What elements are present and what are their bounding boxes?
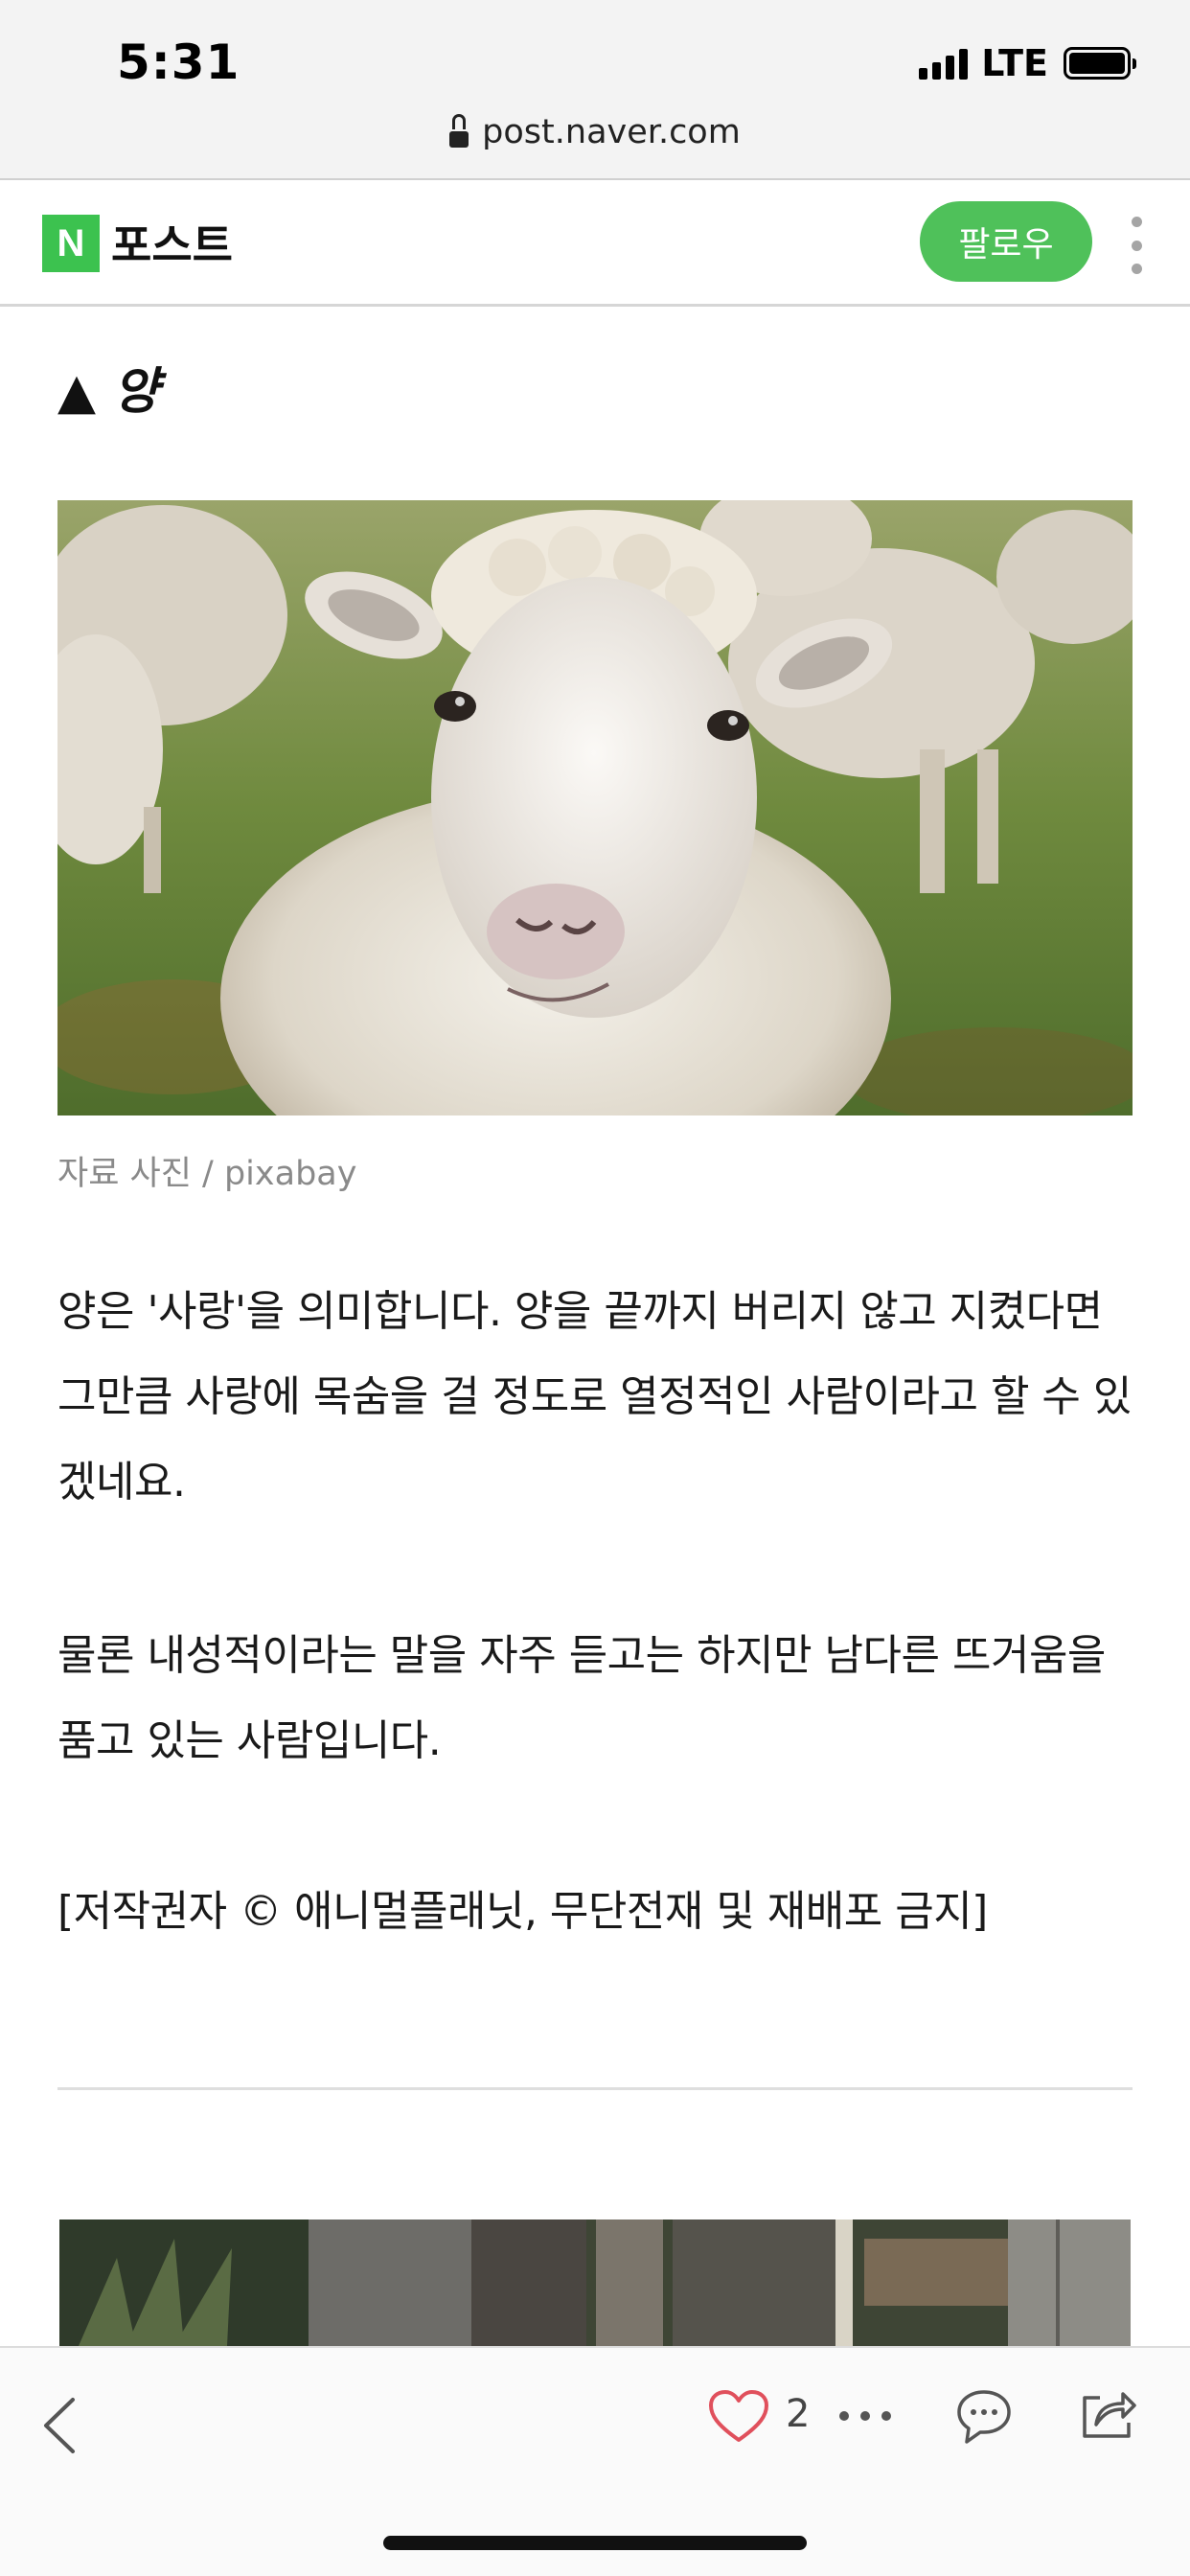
like-count: 2 (786, 2392, 811, 2436)
comment-icon[interactable] (954, 2386, 1014, 2448)
heart-icon[interactable] (707, 2388, 770, 2446)
brand-title[interactable]: 포스트 (111, 211, 233, 274)
network-label: LTE (981, 42, 1048, 84)
section-divider (57, 2087, 1133, 2090)
browser-chrome: 5:31 LTE post.naver.com (0, 0, 1190, 180)
url-text: post.naver.com (482, 113, 741, 151)
image-caption: 자료 사진 / pixabay (57, 1155, 357, 1193)
naver-logo[interactable]: N (42, 215, 100, 272)
section-heading: ▲ 양 (57, 363, 159, 421)
more-vertical-icon[interactable] (1127, 217, 1146, 274)
status-indicators: LTE (919, 42, 1136, 84)
sheep-illustration (57, 500, 1133, 1116)
share-icon[interactable] (1079, 2384, 1138, 2442)
follow-button[interactable]: 팔로우 (920, 201, 1092, 282)
lock-icon (449, 114, 469, 148)
more-horizontal-icon[interactable] (839, 2411, 891, 2425)
home-indicator[interactable] (383, 2536, 807, 2550)
article-paragraph: 양은 '사랑'을 의미합니다. 양을 끝까지 버리지 않고 지켰다면 그만큼 사… (57, 1287, 1132, 1506)
back-chevron-icon[interactable] (34, 2392, 86, 2459)
status-time: 5:31 (117, 34, 240, 90)
post-header: N 포스트 팔로우 (0, 182, 1190, 307)
url-bar[interactable]: post.naver.com (0, 113, 1190, 151)
next-section-photo[interactable] (59, 2220, 1131, 2346)
signal-icon (919, 47, 969, 80)
copyright-notice: [저작권자 © 애니멀플래닛, 무단전재 및 재배포 금지] (57, 1887, 988, 1936)
battery-icon (1064, 47, 1136, 80)
next-photo-illustration (59, 2220, 1131, 2346)
sheep-photo[interactable] (57, 500, 1133, 1116)
page: 5:31 LTE post.naver.com N 포스트 팔로우 ▲ 양 자료… (0, 0, 1190, 2576)
article-paragraph: 물론 내성적이라는 말을 자주 듣고는 하지만 남다른 뜨거움을 품고 있는 사… (57, 1631, 1106, 1765)
